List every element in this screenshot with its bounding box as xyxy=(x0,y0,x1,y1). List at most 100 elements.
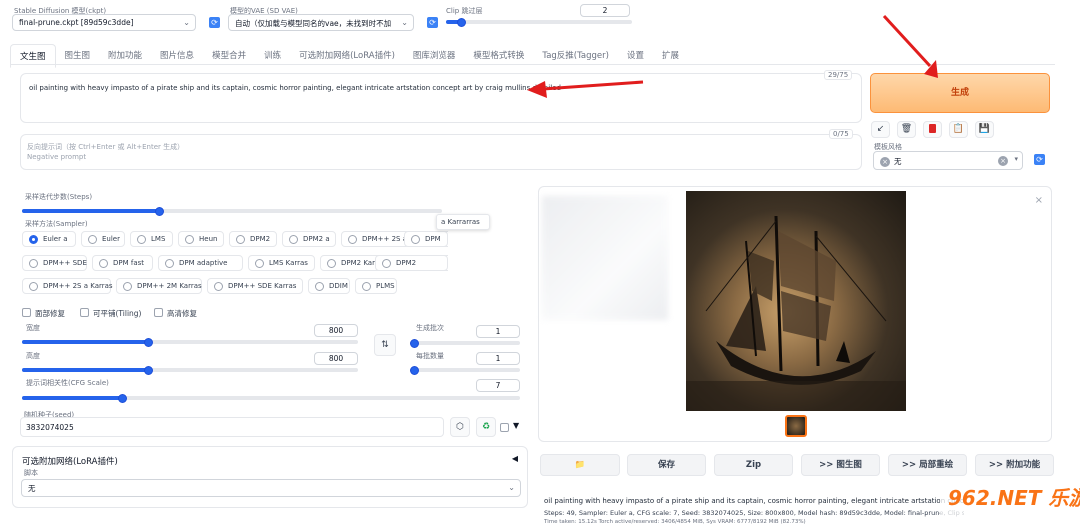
width-slider-track[interactable] xyxy=(22,340,358,344)
recycle-icon[interactable]: ♻ xyxy=(476,417,496,437)
action-button-2[interactable]: >> 图生图 xyxy=(801,454,880,476)
save-style-icon[interactable]: 💾 xyxy=(975,121,994,138)
radio-dot xyxy=(411,235,420,244)
batch-count-value[interactable]: 1 xyxy=(476,325,520,338)
negative-prompt-textarea[interactable]: 反向提示词（按 Ctrl+Enter 或 Alt+Enter 生成） Negat… xyxy=(20,134,862,170)
sampler-tooltip: a Karrarras xyxy=(436,214,490,230)
sampler-option-cut[interactable]: DPM2 xyxy=(375,255,448,271)
open-folder-button[interactable]: 📁 xyxy=(540,454,620,476)
negative-token-counter: 0/75 xyxy=(829,129,853,139)
sampler-option[interactable]: LMS xyxy=(130,231,173,247)
clipboard-icon[interactable]: 📋 xyxy=(949,121,968,138)
arrow-down-left-icon[interactable]: ↙ xyxy=(871,121,890,138)
tiling-checkbox[interactable]: 可平铺(Tiling) xyxy=(80,308,141,319)
cfg-value[interactable]: 7 xyxy=(476,379,520,392)
sampler-option[interactable]: DPM++ SDE Karras xyxy=(207,278,303,294)
cfg-slider-fill xyxy=(22,396,122,400)
sampler-option[interactable]: PLMS xyxy=(355,278,397,294)
generated-image[interactable] xyxy=(686,191,906,411)
sampler-option-label: DPM++ SDE xyxy=(43,259,87,267)
close-icon[interactable]: × xyxy=(1035,195,1043,206)
batch-size-slider-knob[interactable] xyxy=(410,366,419,375)
seed-input[interactable]: 3832074025 xyxy=(20,417,444,437)
batch-count-slider-knob[interactable] xyxy=(410,339,419,348)
generate-button[interactable]: 生成 xyxy=(870,73,1050,113)
trash-icon[interactable]: 🗑 xyxy=(897,121,916,138)
width-label: 宽度 xyxy=(26,324,40,332)
sampler-option[interactable]: DDIM xyxy=(308,278,350,294)
width-value[interactable]: 800 xyxy=(314,324,358,337)
sampler-option[interactable]: DPM adaptive xyxy=(158,255,243,271)
steps-slider-track[interactable] xyxy=(22,209,442,213)
thumbnail[interactable] xyxy=(785,415,807,437)
blurred-preview xyxy=(542,196,668,320)
model-select[interactable]: final-prune.ckpt [89d59c3dde] ⌄ xyxy=(12,14,196,31)
cfg-label: 提示词相关性(CFG Scale) xyxy=(26,379,109,387)
extra-toggle-icon[interactable]: ▼ xyxy=(513,421,519,430)
prompt-token-counter: 29/75 xyxy=(824,70,853,80)
sampler-option-label: DPM2 xyxy=(250,235,271,243)
styles-select[interactable]: × 无 × ▾ xyxy=(873,151,1023,170)
script-value: 无 xyxy=(28,484,36,493)
swap-dimensions-icon[interactable]: ⇅ xyxy=(374,334,396,356)
sampler-option[interactable]: Heun xyxy=(178,231,224,247)
hires-checkbox[interactable]: 高清修复 xyxy=(154,308,197,319)
remove-chip-icon[interactable]: × xyxy=(880,157,890,167)
refresh-styles-icon[interactable]: ⟳ xyxy=(1034,154,1045,165)
extra-seed-checkbox[interactable] xyxy=(500,423,509,432)
radio-dot xyxy=(315,282,324,291)
clip-value[interactable]: 2 xyxy=(580,4,630,17)
sampler-label: 采样方法(Sampler) xyxy=(25,220,88,228)
checkbox-box xyxy=(80,308,89,317)
sampler-option[interactable]: Euler xyxy=(81,231,125,247)
sampler-option[interactable]: DPM2 xyxy=(229,231,277,247)
restore-faces-checkbox[interactable]: 面部修复 xyxy=(22,308,65,319)
sampler-option-label: DPM2 a xyxy=(303,235,330,243)
sampler-option[interactable]: LMS Karras xyxy=(248,255,315,271)
card-icon[interactable] xyxy=(923,121,942,138)
script-label: 脚本 xyxy=(24,469,38,477)
batch-size-slider-track[interactable] xyxy=(414,368,520,372)
hires-label: 高清修复 xyxy=(167,309,197,318)
height-slider-track[interactable] xyxy=(22,368,358,372)
batch-size-value[interactable]: 1 xyxy=(476,352,520,365)
clear-icon[interactable]: × xyxy=(998,156,1008,166)
script-select[interactable]: 无 ⌄ xyxy=(21,479,521,497)
refresh-vae-icon[interactable]: ⟳ xyxy=(427,17,438,28)
dice-icon[interactable]: ⬡ xyxy=(450,417,470,437)
action-button-3[interactable]: >> 局部重绘 xyxy=(888,454,967,476)
height-slider-fill xyxy=(22,368,148,372)
sampler-option[interactable]: DPM++ 2M Karras xyxy=(116,278,202,294)
steps-slider-knob[interactable] xyxy=(155,207,165,216)
chevron-down-icon: ⌄ xyxy=(508,483,515,492)
sampler-option-label: DDIM xyxy=(329,282,348,290)
cfg-slider-knob[interactable] xyxy=(117,394,127,403)
sampler-option[interactable]: DPM++ 2S a xyxy=(341,231,410,247)
refresh-model-icon[interactable]: ⟳ xyxy=(209,17,220,28)
cfg-slider-track[interactable] xyxy=(22,396,520,400)
sampler-option-cut[interactable]: DPM xyxy=(404,231,448,247)
sampler-option-label: DPM++ SDE Karras xyxy=(228,282,297,290)
sampler-option-label: DPM2 xyxy=(396,259,417,267)
sampler-option[interactable]: DPM2 a xyxy=(282,231,336,247)
prompt-textarea[interactable]: oil painting with heavy impasto of a pir… xyxy=(20,73,862,123)
action-button-4[interactable]: >> 附加功能 xyxy=(975,454,1054,476)
sampler-option[interactable]: DPM fast xyxy=(92,255,153,271)
clip-slider-knob[interactable] xyxy=(456,18,466,27)
lora-title[interactable]: 可选附加网络(LoRA插件) xyxy=(22,455,118,467)
action-button-1[interactable]: Zip xyxy=(714,454,793,476)
caret-down-icon: ▾ xyxy=(1014,155,1018,163)
sampler-option-label: LMS Karras xyxy=(269,259,308,267)
sampler-option[interactable]: DPM++ 2S a Karras xyxy=(22,278,113,294)
collapse-icon[interactable]: ◀ xyxy=(512,454,518,463)
height-slider-knob[interactable] xyxy=(144,366,153,375)
batch-count-slider-track[interactable] xyxy=(414,341,520,345)
vae-select[interactable]: 自动（仅加载与模型同名的vae，未找到时不加 ⌄ xyxy=(228,14,414,31)
clip-slider-track[interactable] xyxy=(446,20,632,24)
width-slider-knob[interactable] xyxy=(144,338,153,347)
action-button-0[interactable]: 保存 xyxy=(627,454,706,476)
sampler-option[interactable]: Euler a xyxy=(22,231,76,247)
info-time: Time taken: 15.12s Torch active/reserved… xyxy=(544,519,806,525)
sampler-option[interactable]: DPM++ SDE xyxy=(22,255,87,271)
height-value[interactable]: 800 xyxy=(314,352,358,365)
